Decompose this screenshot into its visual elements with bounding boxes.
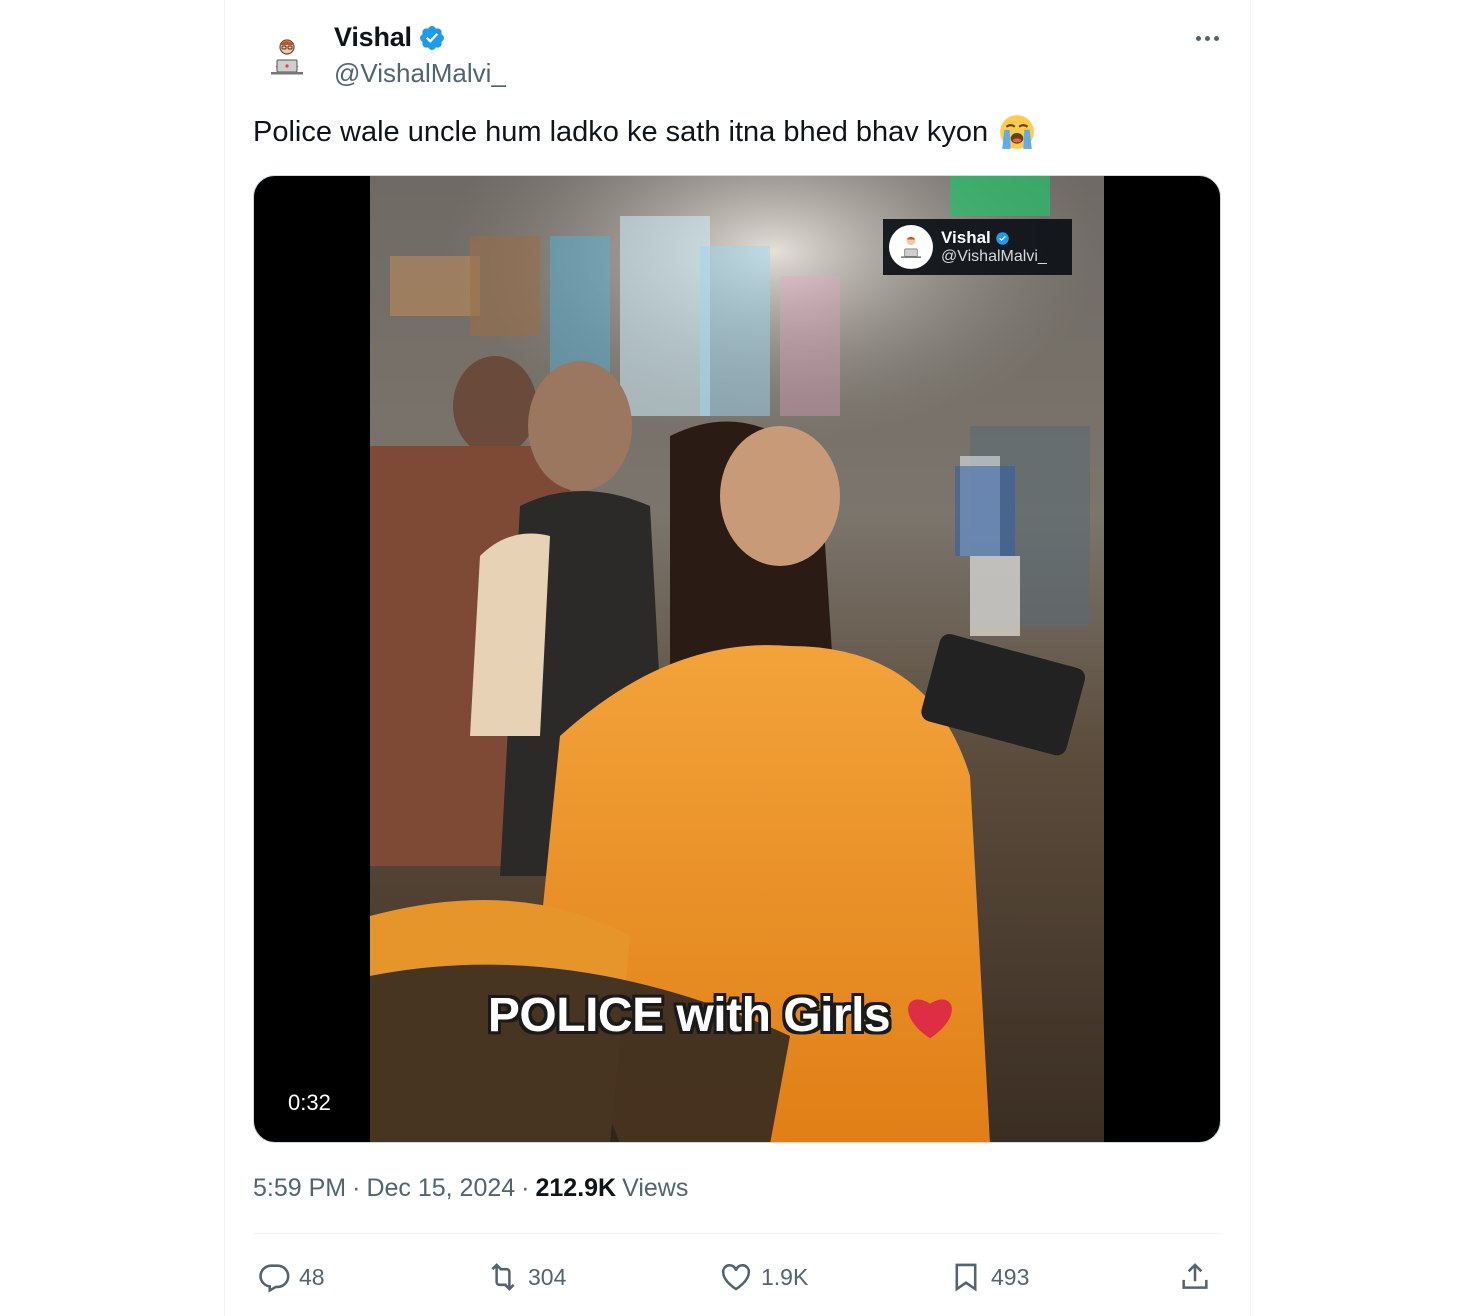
tweet-date[interactable]: Dec 15, 2024 [366, 1174, 515, 1203]
views-label: Views [622, 1174, 689, 1202]
tweet-meta: 5:59 PM · Dec 15, 2024 · 212.9K Views [253, 1174, 688, 1203]
watermark-name: Vishal [941, 228, 991, 247]
person-at-laptop-avatar-icon [901, 236, 921, 258]
share-icon [1182, 1263, 1208, 1289]
tweet-text-content: Police wale uncle hum ladko ke sath itna… [253, 116, 989, 148]
person-at-laptop-avatar-icon [271, 39, 303, 75]
meta-separator: · [521, 1174, 530, 1202]
divider [253, 1233, 1222, 1234]
more-dot-icon [1195, 35, 1201, 41]
like-count: 1.9K [761, 1263, 809, 1290]
video-caption: POLICE with Girls [370, 988, 1104, 1043]
reply-icon [259, 1264, 290, 1293]
loudly-crying-face-emoji [1000, 115, 1035, 149]
reply-button[interactable]: 48 [257, 1255, 325, 1299]
more-options-button[interactable] [1190, 24, 1224, 52]
tweet-actions-bar: 48 304 1.9K 493 [253, 1255, 1222, 1299]
views-count: 212.9K [535, 1174, 617, 1202]
author-handle[interactable]: @VishalMalvi_ [334, 58, 506, 89]
red-heart-emoji [908, 999, 952, 1038]
share-button[interactable] [1178, 1255, 1212, 1299]
bookmark-count: 493 [991, 1263, 1030, 1290]
repost-count: 304 [528, 1263, 567, 1290]
repost-button[interactable]: 304 [486, 1255, 566, 1299]
watermark-handle: @VishalMalvi_ [941, 248, 1047, 265]
bookmark-icon [955, 1263, 977, 1292]
author-display-name[interactable]: Vishal [334, 22, 412, 53]
video-duration-badge: 0:32 [276, 1086, 343, 1120]
tweet-text: Police wale uncle hum ladko ke sath itna… [253, 112, 1036, 152]
bookmark-button[interactable]: 493 [949, 1255, 1029, 1299]
tweet-time[interactable]: 5:59 PM [253, 1174, 346, 1203]
video-caption-text: POLICE with Girls [487, 989, 891, 1042]
verified-badge-icon [419, 25, 444, 50]
author-name-row[interactable]: Vishal [334, 22, 446, 53]
author-avatar[interactable] [260, 30, 314, 84]
reply-count: 48 [299, 1263, 325, 1290]
watermark-text: Vishal @VishalMalvi_ [941, 228, 1047, 266]
verified-badge-icon [996, 231, 1009, 245]
meta-separator: · [352, 1174, 361, 1202]
more-dot-icon [1213, 35, 1219, 41]
repost-icon [491, 1263, 515, 1291]
more-dot-icon [1204, 35, 1210, 41]
video-watermark: Vishal @VishalMalvi_ [883, 219, 1072, 275]
like-button[interactable]: 1.9K [719, 1255, 808, 1299]
video-frame[interactable]: Vishal @VishalMalvi_ POLICE with Girls [370, 176, 1104, 1142]
watermark-avatar [889, 225, 933, 269]
video-player[interactable]: Vishal @VishalMalvi_ POLICE with Girls 0… [253, 175, 1221, 1143]
watermark-name-row: Vishal [941, 228, 1047, 248]
heart-icon [721, 1264, 751, 1291]
